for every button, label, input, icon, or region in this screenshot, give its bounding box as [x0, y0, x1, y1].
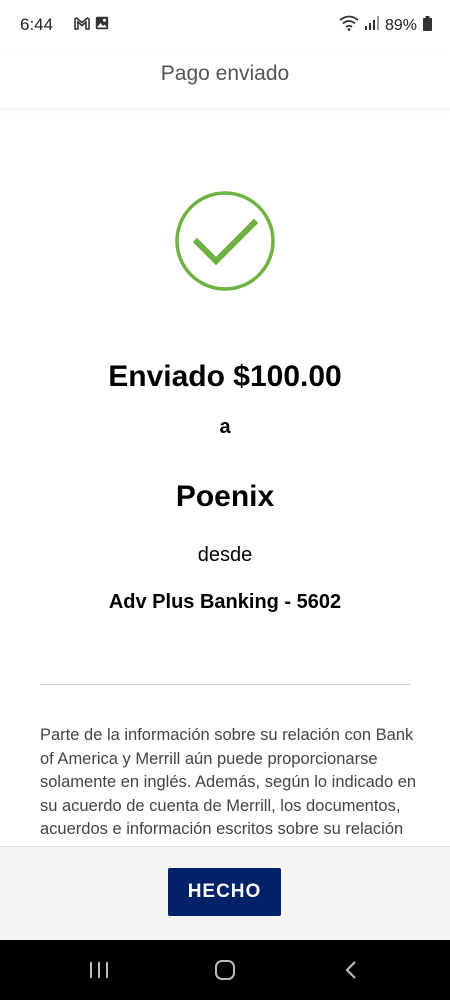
status-right: 89% — [339, 15, 432, 36]
done-button[interactable]: HECHO — [168, 868, 281, 916]
confirmation-content[interactable]: Enviado $100.00 a Poenix desde Adv Plus … — [0, 110, 450, 846]
notification-icons — [74, 16, 109, 35]
wifi-icon — [339, 15, 359, 36]
bottom-action-bar: HECHO — [0, 846, 450, 941]
sent-amount: Enviado $100.00 — [108, 360, 342, 393]
battery-percent: 89% — [384, 16, 417, 34]
back-icon[interactable] — [331, 956, 371, 984]
to-label: a — [219, 416, 231, 438]
checkmark-circle-icon — [174, 190, 276, 292]
battery-icon — [423, 15, 432, 36]
app-header: Pago enviado — [0, 50, 450, 108]
status-bar: 6:44 89% — [0, 0, 450, 50]
recipient-name: Poenix — [175, 480, 275, 513]
home-icon[interactable] — [205, 956, 245, 984]
language-disclaimer: Parte de la información sobre su relació… — [40, 726, 417, 846]
source-account: Adv Plus Banking - 5602 — [108, 591, 342, 613]
recents-icon[interactable] — [79, 956, 119, 984]
system-nav-bar — [0, 940, 450, 1000]
status-time: 6:44 — [20, 15, 54, 34]
page-title: Pago enviado — [160, 62, 290, 85]
gmail-icon — [74, 16, 90, 35]
from-label: desde — [197, 544, 253, 566]
screen: 6:44 89% Pago enviado Enviado $100.00 a … — [0, 0, 450, 1000]
signal-icon — [364, 16, 379, 35]
divider — [40, 684, 410, 685]
gallery-icon — [95, 16, 109, 35]
